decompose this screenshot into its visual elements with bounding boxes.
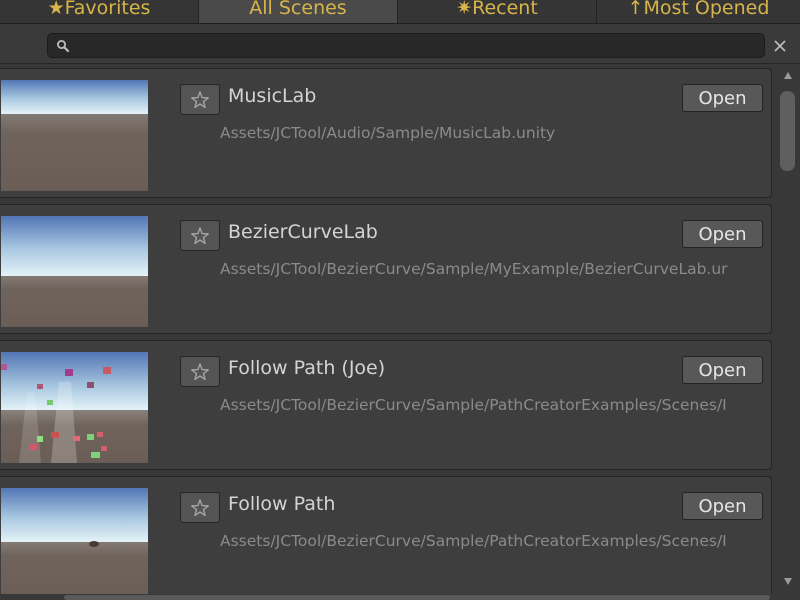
scene-thumbnail <box>1 80 148 191</box>
scene-card: MusicLab Assets/JCTool/Audio/Sample/Musi… <box>0 68 772 198</box>
favorite-toggle-button[interactable] <box>180 84 220 115</box>
favorite-toggle-button[interactable] <box>180 220 220 251</box>
scroll-down-arrow-icon[interactable] <box>783 576 793 586</box>
open-button[interactable]: Open <box>682 220 763 248</box>
open-button[interactable]: Open <box>682 492 763 520</box>
vertical-scroll-thumb[interactable] <box>780 91 795 171</box>
scene-thumbnail <box>1 216 148 327</box>
search-bar <box>0 24 800 64</box>
scroll-up-arrow-icon[interactable] <box>783 71 793 81</box>
favorite-toggle-button[interactable] <box>180 356 220 387</box>
scene-name: Follow Path (Joe) <box>228 357 386 379</box>
search-input[interactable] <box>74 36 754 55</box>
scene-browser-window: ★Favorites All Scenes ✷Recent ↑Most Open… <box>0 0 800 600</box>
scene-thumbnail <box>1 352 148 463</box>
scene-card: BezierCurveLab Assets/JCTool/BezierCurve… <box>0 204 772 334</box>
star-icon <box>191 227 209 245</box>
scene-card: Follow Path (Joe) Assets/JCTool/BezierCu… <box>0 340 772 470</box>
star-icon <box>191 363 209 381</box>
star-icon <box>191 499 209 517</box>
star-icon <box>191 91 209 109</box>
scene-card: Follow Path Assets/JCTool/BezierCurve/Sa… <box>0 476 772 600</box>
scene-thumbnail <box>1 488 148 599</box>
horizontal-scrollbar[interactable] <box>0 594 775 600</box>
horizontal-scroll-thumb[interactable] <box>64 595 770 600</box>
scene-name: Follow Path <box>228 493 336 515</box>
scene-path: Assets/JCTool/BezierCurve/Sample/MyExamp… <box>220 260 728 278</box>
tab-bar: ★Favorites All Scenes ✷Recent ↑Most Open… <box>0 0 800 24</box>
tab-most-opened[interactable]: ↑Most Opened <box>597 0 800 23</box>
search-field[interactable] <box>47 33 765 58</box>
open-button[interactable]: Open <box>682 356 763 384</box>
vertical-scrollbar[interactable] <box>775 65 800 600</box>
scene-name: BezierCurveLab <box>228 221 378 243</box>
tab-favorites[interactable]: ★Favorites <box>0 0 199 23</box>
tab-recent[interactable]: ✷Recent <box>398 0 597 23</box>
tab-all-scenes[interactable]: All Scenes <box>199 0 398 23</box>
scene-list: MusicLab Assets/JCTool/Audio/Sample/Musi… <box>0 65 775 600</box>
search-icon <box>57 40 70 53</box>
scene-name: MusicLab <box>228 85 317 107</box>
favorite-toggle-button[interactable] <box>180 492 220 523</box>
close-icon[interactable] <box>770 36 790 56</box>
open-button[interactable]: Open <box>682 84 763 112</box>
scene-path: Assets/JCTool/BezierCurve/Sample/PathCre… <box>220 532 727 550</box>
scene-path: Assets/JCTool/Audio/Sample/MusicLab.unit… <box>220 124 556 142</box>
scene-path: Assets/JCTool/BezierCurve/Sample/PathCre… <box>220 396 727 414</box>
scene-object <box>89 541 99 547</box>
